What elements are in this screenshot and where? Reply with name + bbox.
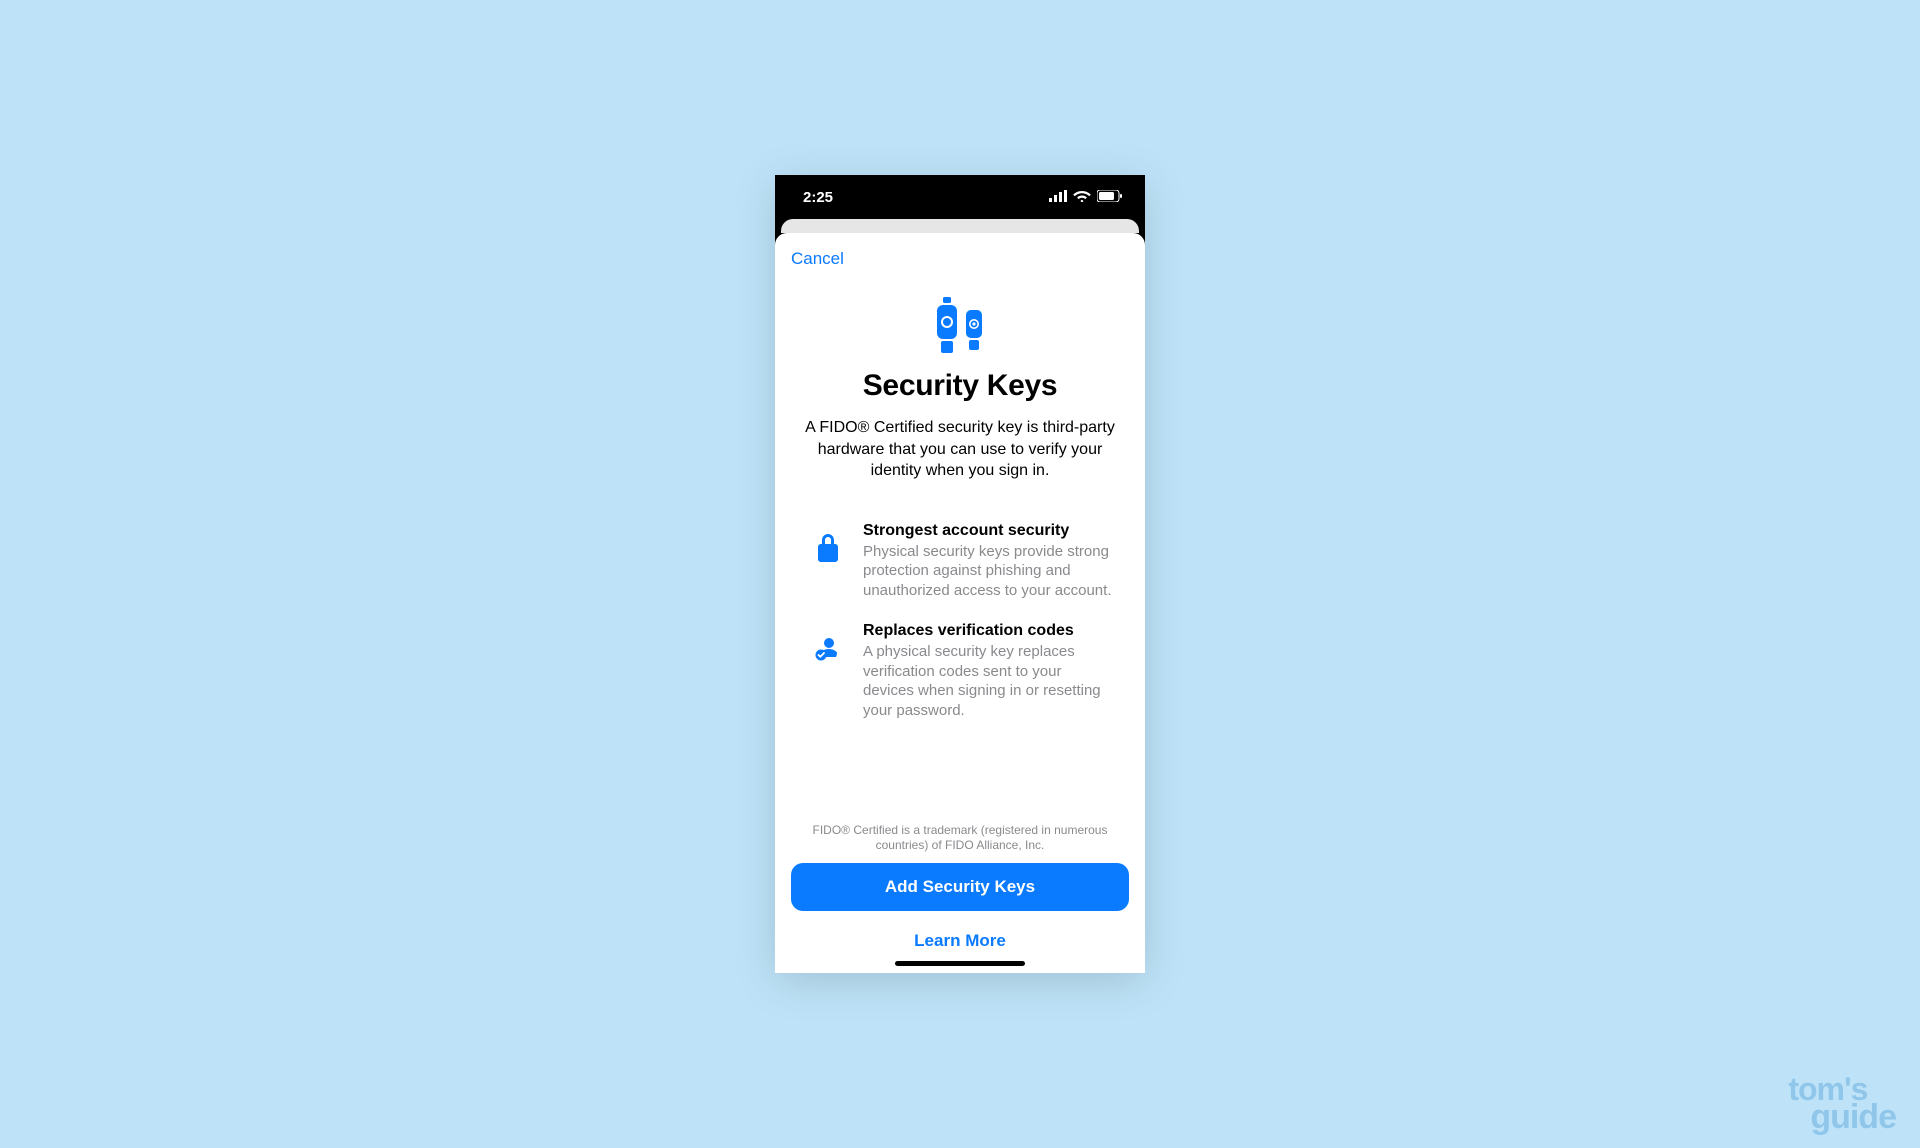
status-icons xyxy=(1049,189,1123,206)
add-security-keys-button[interactable]: Add Security Keys xyxy=(791,863,1129,911)
learn-more-button[interactable]: Learn More xyxy=(791,925,1129,965)
watermark-logo: tom's guide xyxy=(1788,1076,1896,1132)
cellular-icon xyxy=(1049,189,1067,206)
phone-frame: 2:25 Cancel xyxy=(775,175,1145,973)
feature-title: Replaces verification codes xyxy=(863,622,1113,640)
battery-icon xyxy=(1097,189,1123,206)
feature-desc: Physical security keys provide strong pr… xyxy=(863,542,1113,601)
footnote: FIDO® Certified is a trademark (register… xyxy=(791,823,1129,853)
page-title: Security Keys xyxy=(791,369,1129,403)
wifi-icon xyxy=(1073,189,1091,206)
lock-icon xyxy=(813,522,843,562)
background-sheet-peek xyxy=(781,219,1139,233)
feature-strongest-security: Strongest account security Physical secu… xyxy=(813,522,1113,601)
user-check-icon xyxy=(813,622,843,662)
cancel-button[interactable]: Cancel xyxy=(791,247,844,271)
status-bar: 2:25 xyxy=(775,175,1145,219)
feature-desc: A physical security key replaces verific… xyxy=(863,642,1113,720)
feature-list: Strongest account security Physical secu… xyxy=(791,522,1129,743)
home-indicator[interactable] xyxy=(895,961,1025,966)
status-time: 2:25 xyxy=(803,189,833,206)
hero-section: Security Keys A FIDO® Certified security… xyxy=(791,295,1129,482)
security-keys-icon xyxy=(791,295,1129,357)
feature-replaces-codes: Replaces verification codes A physical s… xyxy=(813,622,1113,720)
modal-sheet: Cancel Security Keys A F xyxy=(775,233,1145,973)
page-subtitle: A FIDO® Certified security key is third-… xyxy=(791,417,1129,482)
feature-title: Strongest account security xyxy=(863,522,1113,540)
watermark-line2: guide xyxy=(1810,1103,1896,1132)
